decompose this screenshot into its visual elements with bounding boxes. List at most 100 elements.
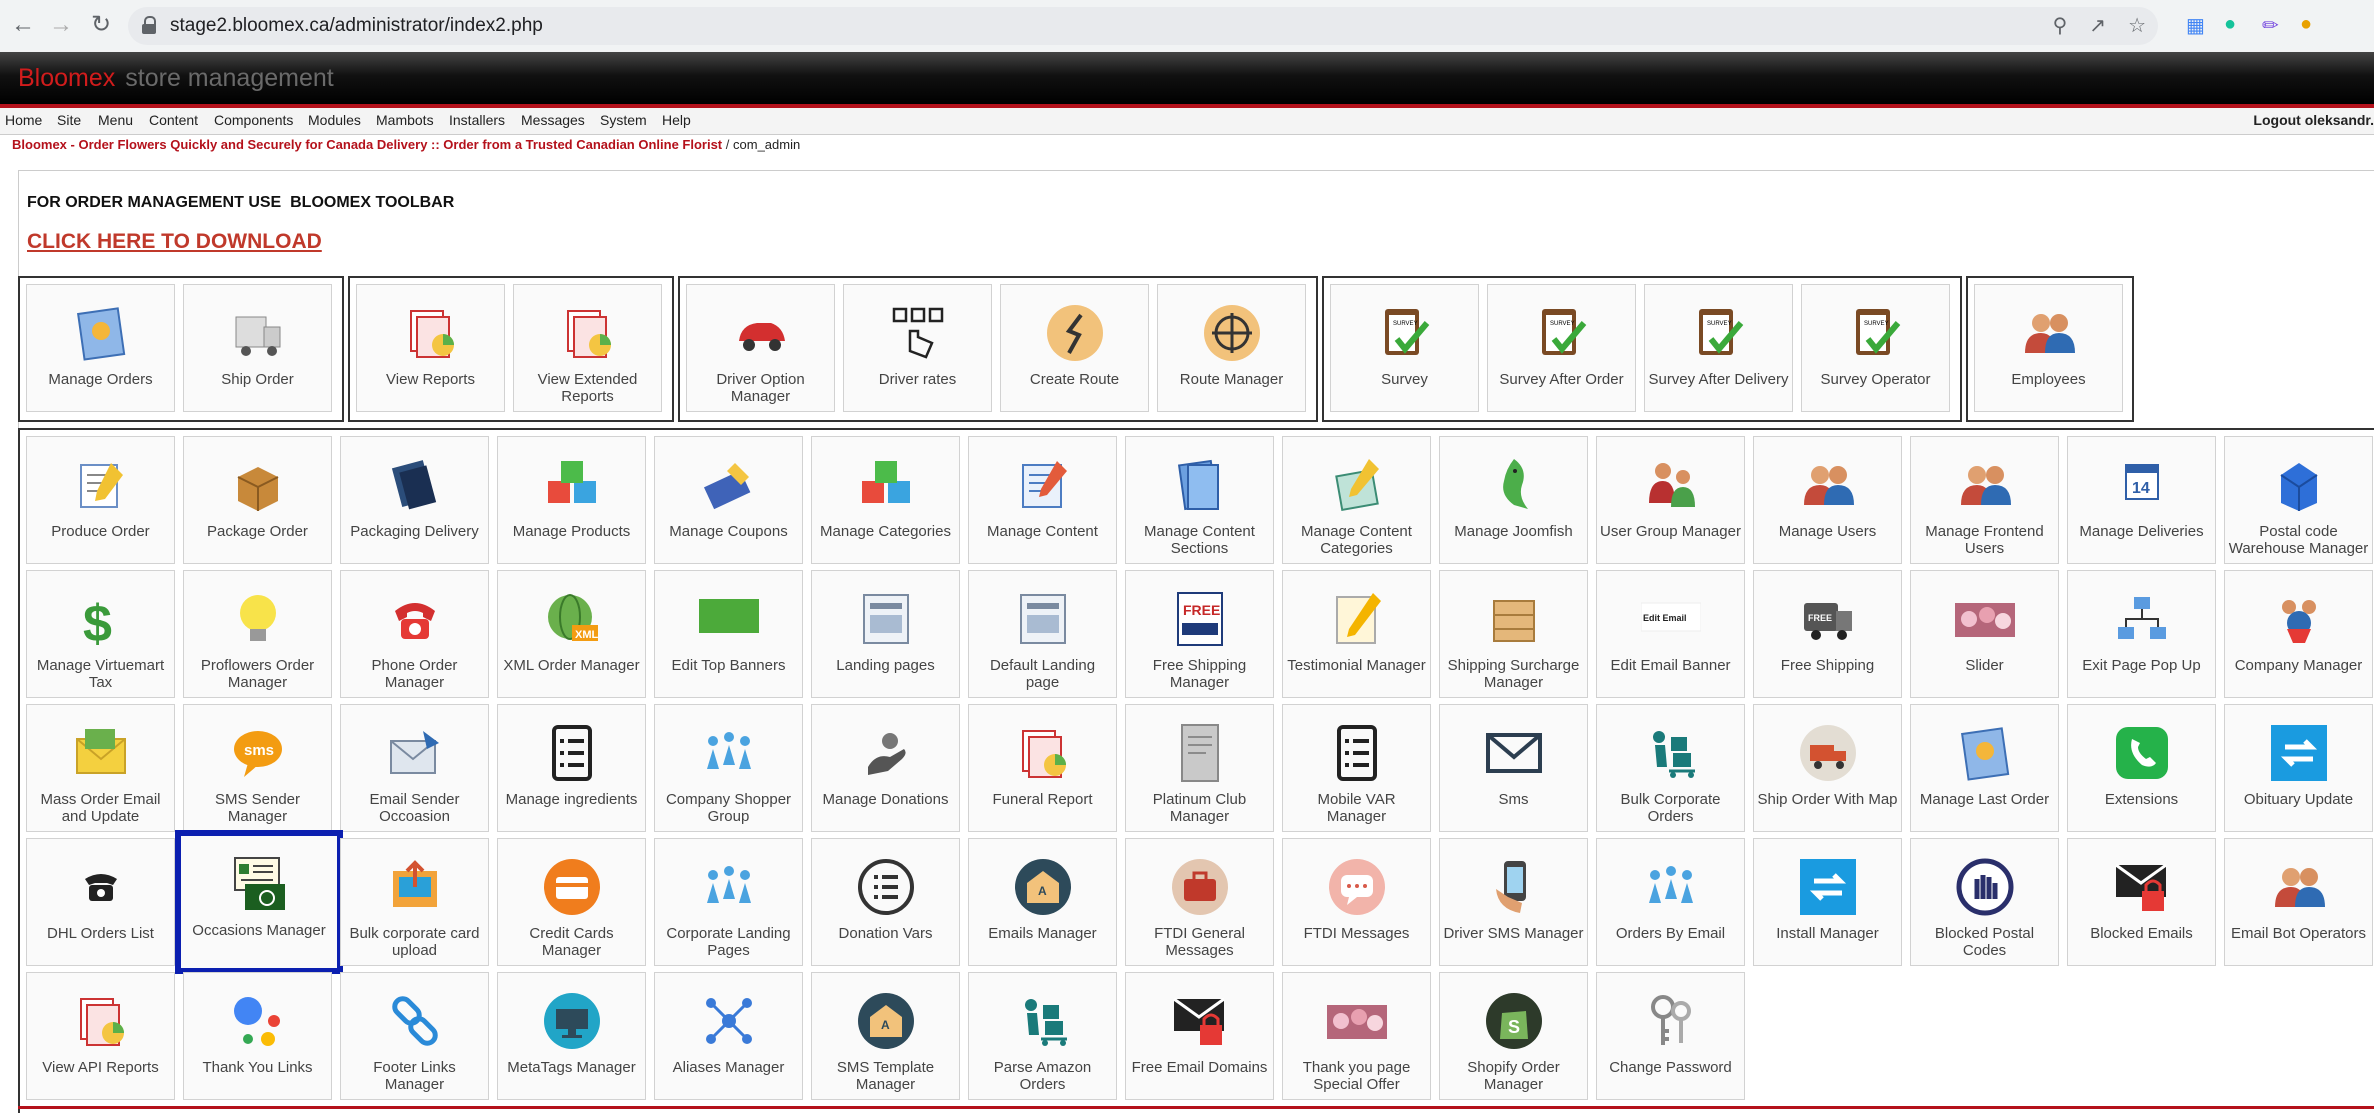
menu-home[interactable]: Home [5,112,42,128]
tile-ftdi-messages[interactable]: FTDI Messages [1282,838,1431,966]
tile-proflowers-order-manager[interactable]: Proflowers Order Manager [183,570,332,698]
tile-manage-content-categories[interactable]: Manage Content Categories [1282,436,1431,564]
tile-shipping-surcharge-manager[interactable]: Shipping Surcharge Manager [1439,570,1588,698]
address-bar[interactable]: stage2.bloomex.ca/administrator/index2.p… [128,7,2158,45]
pen-extension-icon[interactable]: ✏ [2262,13,2279,38]
tile-mobile-var-manager[interactable]: Mobile VAR Manager [1282,704,1431,832]
bookmark-star-icon[interactable]: ☆ [2128,13,2146,38]
breadcrumb-site-link[interactable]: Bloomex - Order Flowers Quickly and Secu… [12,137,722,152]
tile-manage-deliveries[interactable]: 14 Manage Deliveries [2067,436,2216,564]
tile-thank-you-page-special-offer[interactable]: Thank you page Special Offer [1282,972,1431,1100]
tile-free-shipping-manager[interactable]: FREE Free Shipping Manager [1125,570,1274,698]
share-icon[interactable]: ↗ [2089,13,2106,38]
tile-footer-links-manager[interactable]: Footer Links Manager [340,972,489,1100]
menu-help[interactable]: Help [662,112,691,128]
tile-manage-categories[interactable]: Manage Categories [811,436,960,564]
tile-shopify-order-manager[interactable]: S Shopify Order Manager [1439,972,1588,1100]
tile-driver-sms-manager[interactable]: Driver SMS Manager [1439,838,1588,966]
tile-manage-users[interactable]: Manage Users [1753,436,1902,564]
tile-bulk-corporate-card-upload[interactable]: Bulk corporate card upload [340,838,489,966]
tile-manage-last-order[interactable]: Manage Last Order [1910,704,2059,832]
tile-view-reports[interactable]: View Reports [356,284,505,412]
tile-aliases-manager[interactable]: Aliases Manager [654,972,803,1100]
tile-survey-operator[interactable]: SURVEY Survey Operator [1801,284,1950,412]
logout-link[interactable]: Logout oleksandr. [2253,112,2374,128]
tile-ship-order-with-map[interactable]: Ship Order With Map [1753,704,1902,832]
tile-default-landing-page[interactable]: Default Landing page [968,570,1117,698]
tile-manage-orders[interactable]: Manage Orders [26,284,175,412]
tile-landing-pages[interactable]: Landing pages [811,570,960,698]
menu-modules[interactable]: Modules [308,112,361,128]
tile-driver-option-manager[interactable]: Driver Option Manager [686,284,835,412]
url-text[interactable]: stage2.bloomex.ca/administrator/index2.p… [170,15,543,37]
tile-exit-page-pop-up[interactable]: Exit Page Pop Up [2067,570,2216,698]
tile-edit-email-banner[interactable]: Edit Email Edit Email Banner [1596,570,1745,698]
tile-blocked-emails[interactable]: Blocked Emails [2067,838,2216,966]
tile-sms-sender-manager[interactable]: sms SMS Sender Manager [183,704,332,832]
tile-edit-top-banners[interactable]: Edit Top Banners [654,570,803,698]
menu-menu[interactable]: Menu [98,112,133,128]
tile-company-shopper-group[interactable]: Company Shopper Group [654,704,803,832]
tile-produce-order[interactable]: Produce Order [26,436,175,564]
tile-ship-order[interactable]: Ship Order [183,284,332,412]
tile-thank-you-links[interactable]: Thank You Links [183,972,332,1100]
tile-user-group-manager[interactable]: User Group Manager [1596,436,1745,564]
translate-extension-icon[interactable]: ▦ [2186,13,2205,38]
zoom-icon[interactable]: ⚲ [2053,13,2068,38]
menu-content[interactable]: Content [149,112,198,128]
brand-logo[interactable]: Bloomex store management [18,64,334,93]
extension-icon[interactable]: ● [2300,13,2312,36]
tile-email-bot-operators[interactable]: Email Bot Operators [2224,838,2373,966]
tile-survey[interactable]: SURVEY Survey [1330,284,1479,412]
tile-driver-rates[interactable]: Driver rates [843,284,992,412]
tile-create-route[interactable]: Create Route [1000,284,1149,412]
menu-site[interactable]: Site [57,112,81,128]
tile-funeral-report[interactable]: Funeral Report [968,704,1117,832]
tile-xml-order-manager[interactable]: XML XML Order Manager [497,570,646,698]
tile-slider[interactable]: Slider [1910,570,2059,698]
tile-bulk-corporate-orders[interactable]: Bulk Corporate Orders [1596,704,1745,832]
back-arrow-icon[interactable]: ← [8,10,38,40]
menu-installers[interactable]: Installers [449,112,505,128]
tile-route-manager[interactable]: Route Manager [1157,284,1306,412]
tile-dhl-orders-list[interactable]: DHL Orders List [26,838,175,966]
tile-survey-after-delivery[interactable]: SURVEY Survey After Delivery [1644,284,1793,412]
lock-icon[interactable] [142,16,156,34]
tile-manage-virtuemart-tax[interactable]: $ Manage Virtuemart Tax [26,570,175,698]
tile-manage-joomfish[interactable]: Manage Joomfish [1439,436,1588,564]
tile-view-api-reports[interactable]: View API Reports [26,972,175,1100]
tile-postal-code-warehouse-manager[interactable]: Postal code Warehouse Manager [2224,436,2373,564]
tile-blocked-postal-codes[interactable]: Blocked Postal Codes [1910,838,2059,966]
tile-view-extended-reports[interactable]: View Extended Reports [513,284,662,412]
tile-platinum-club-manager[interactable]: Platinum Club Manager [1125,704,1274,832]
tile-email-sender-occoasion[interactable]: Email Sender Occoasion [340,704,489,832]
download-toolbar-link[interactable]: CLICK HERE TO DOWNLOAD [27,230,322,254]
tile-emails-manager[interactable]: A Emails Manager [968,838,1117,966]
tile-phone-order-manager[interactable]: Phone Order Manager [340,570,489,698]
tile-ftdi-general-messages[interactable]: FTDI General Messages [1125,838,1274,966]
tile-manage-content-sections[interactable]: Manage Content Sections [1125,436,1274,564]
tile-credit-cards-manager[interactable]: Credit Cards Manager [497,838,646,966]
grammarly-extension-icon[interactable]: ● [2224,13,2236,36]
tile-testimonial-manager[interactable]: Testimonial Manager [1282,570,1431,698]
menu-system[interactable]: System [600,112,647,128]
menu-messages[interactable]: Messages [521,112,585,128]
tile-metatags-manager[interactable]: MetaTags Manager [497,972,646,1100]
tile-change-password[interactable]: Change Password [1596,972,1745,1100]
tile-manage-frontend-users[interactable]: Manage Frontend Users [1910,436,2059,564]
tile-manage-content[interactable]: Manage Content [968,436,1117,564]
tile-employees[interactable]: Employees [1974,284,2123,412]
tile-survey-after-order[interactable]: SURVEY Survey After Order [1487,284,1636,412]
tile-parse-amazon-orders[interactable]: Parse Amazon Orders [968,972,1117,1100]
tile-orders-by-email[interactable]: Orders By Email [1596,838,1745,966]
tile-manage-products[interactable]: Manage Products [497,436,646,564]
menu-components[interactable]: Components [214,112,293,128]
menu-mambots[interactable]: Mambots [376,112,434,128]
tile-corporate-landing-pages[interactable]: Corporate Landing Pages [654,838,803,966]
tile-package-order[interactable]: Package Order [183,436,332,564]
tile-mass-order-email-and-update[interactable]: Mass Order Email and Update [26,704,175,832]
tile-free-shipping[interactable]: FREE Free Shipping [1753,570,1902,698]
tile-manage-ingredients[interactable]: Manage ingredients [497,704,646,832]
tile-manage-donations[interactable]: Manage Donations [811,704,960,832]
tile-install-manager[interactable]: Install Manager [1753,838,1902,966]
